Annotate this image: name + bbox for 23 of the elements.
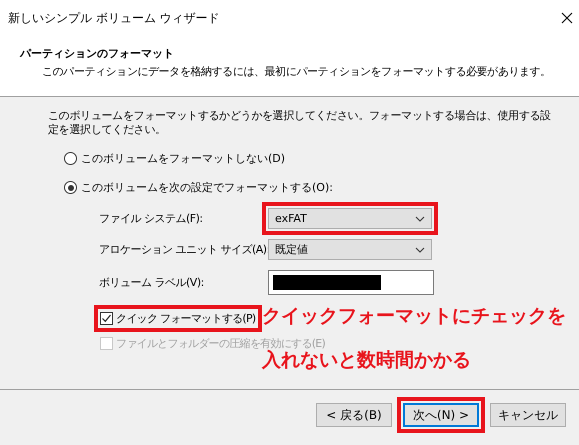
- instruction-text: このボリュームをフォーマットするかどうかを選択してください。フォーマットする場合は、使用する設定を選択してください。: [48, 109, 552, 137]
- wizard-button[interactable]: < 戻る(B): [316, 403, 392, 427]
- wizard-button[interactable]: 次へ(N) >: [403, 403, 479, 427]
- annotation-text: クイックフォーマットにチェックを: [262, 304, 566, 328]
- checkbox[interactable]: [100, 312, 113, 325]
- wizard-button[interactable]: キャンセル: [490, 403, 566, 427]
- chevron-down-icon: [415, 216, 425, 222]
- dropdown[interactable]: exFAT: [268, 208, 432, 229]
- dropdown[interactable]: 既定値: [268, 239, 432, 260]
- page-heading: パーティションのフォーマット: [18, 46, 175, 61]
- chevron-down-icon: [415, 246, 425, 252]
- radio-label[interactable]: このボリュームを次の設定でフォーマットする(O):: [81, 180, 333, 195]
- radio-button[interactable]: [64, 152, 77, 165]
- input-field[interactable]: [268, 270, 434, 295]
- radio-label[interactable]: このボリュームをフォーマットしない(D): [81, 151, 286, 166]
- field-label: ボリューム ラベル(V):: [99, 275, 205, 290]
- close-icon[interactable]: [561, 12, 573, 24]
- field-label: ファイル システム(F):: [99, 211, 204, 226]
- radio-button[interactable]: [64, 181, 77, 194]
- annotation-text: 入れないと数時間かかる: [262, 349, 471, 372]
- window-title: 新しいシンプル ボリューム ウィザード: [8, 10, 220, 26]
- page-description: このパーティションにデータを格納するには、最初にパーティションをフォーマットする必要があります。: [41, 64, 552, 79]
- checkbox-label[interactable]: クイック フォーマットする(P): [116, 311, 256, 326]
